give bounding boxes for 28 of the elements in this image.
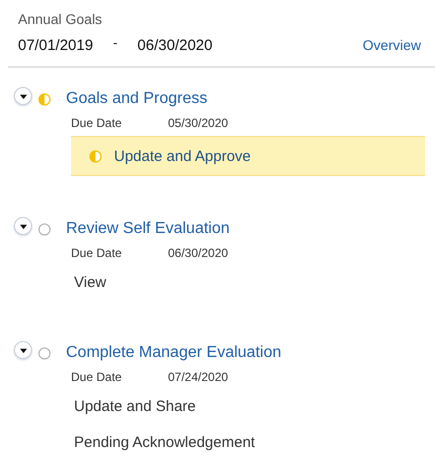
start-date: 07/01/2019: [18, 36, 94, 54]
caret-icon: [20, 92, 26, 100]
overview-link[interactable]: Overview: [362, 37, 421, 53]
expand-toggle[interactable]: [14, 87, 32, 105]
step-title-link[interactable]: Complete Manager Evaluation: [66, 344, 282, 362]
due-date-label: Due Date: [71, 370, 123, 384]
date-separator: -: [113, 34, 118, 50]
due-date-value: 05/30/2020: [168, 116, 228, 130]
half-circle-icon: [38, 92, 51, 106]
expand-toggle[interactable]: [14, 341, 32, 359]
empty-circle-icon: [38, 346, 51, 360]
end-date: 06/30/2020: [137, 36, 212, 54]
caret-icon: [20, 346, 26, 354]
due-date-value: 07/24/2020: [168, 370, 228, 384]
due-date-label: Due Date: [71, 116, 123, 130]
action-link[interactable]: Update and Approve: [114, 148, 251, 164]
empty-circle-icon: [38, 222, 51, 236]
step-title-link[interactable]: Review Self Evaluation: [66, 220, 230, 238]
caret-icon: [20, 222, 26, 230]
section-title: Annual Goals: [18, 10, 104, 29]
half-circle-icon: [89, 150, 102, 162]
expand-toggle[interactable]: [14, 217, 32, 235]
action-link[interactable]: Pending Acknowledgement: [74, 424, 425, 460]
action-link[interactable]: Update and Share: [74, 388, 425, 424]
step-title-link[interactable]: Goals and Progress: [66, 90, 208, 108]
action-link[interactable]: View: [74, 264, 425, 300]
due-date-label: Due Date: [71, 246, 123, 260]
due-date-value: 06/30/2020: [168, 246, 228, 260]
